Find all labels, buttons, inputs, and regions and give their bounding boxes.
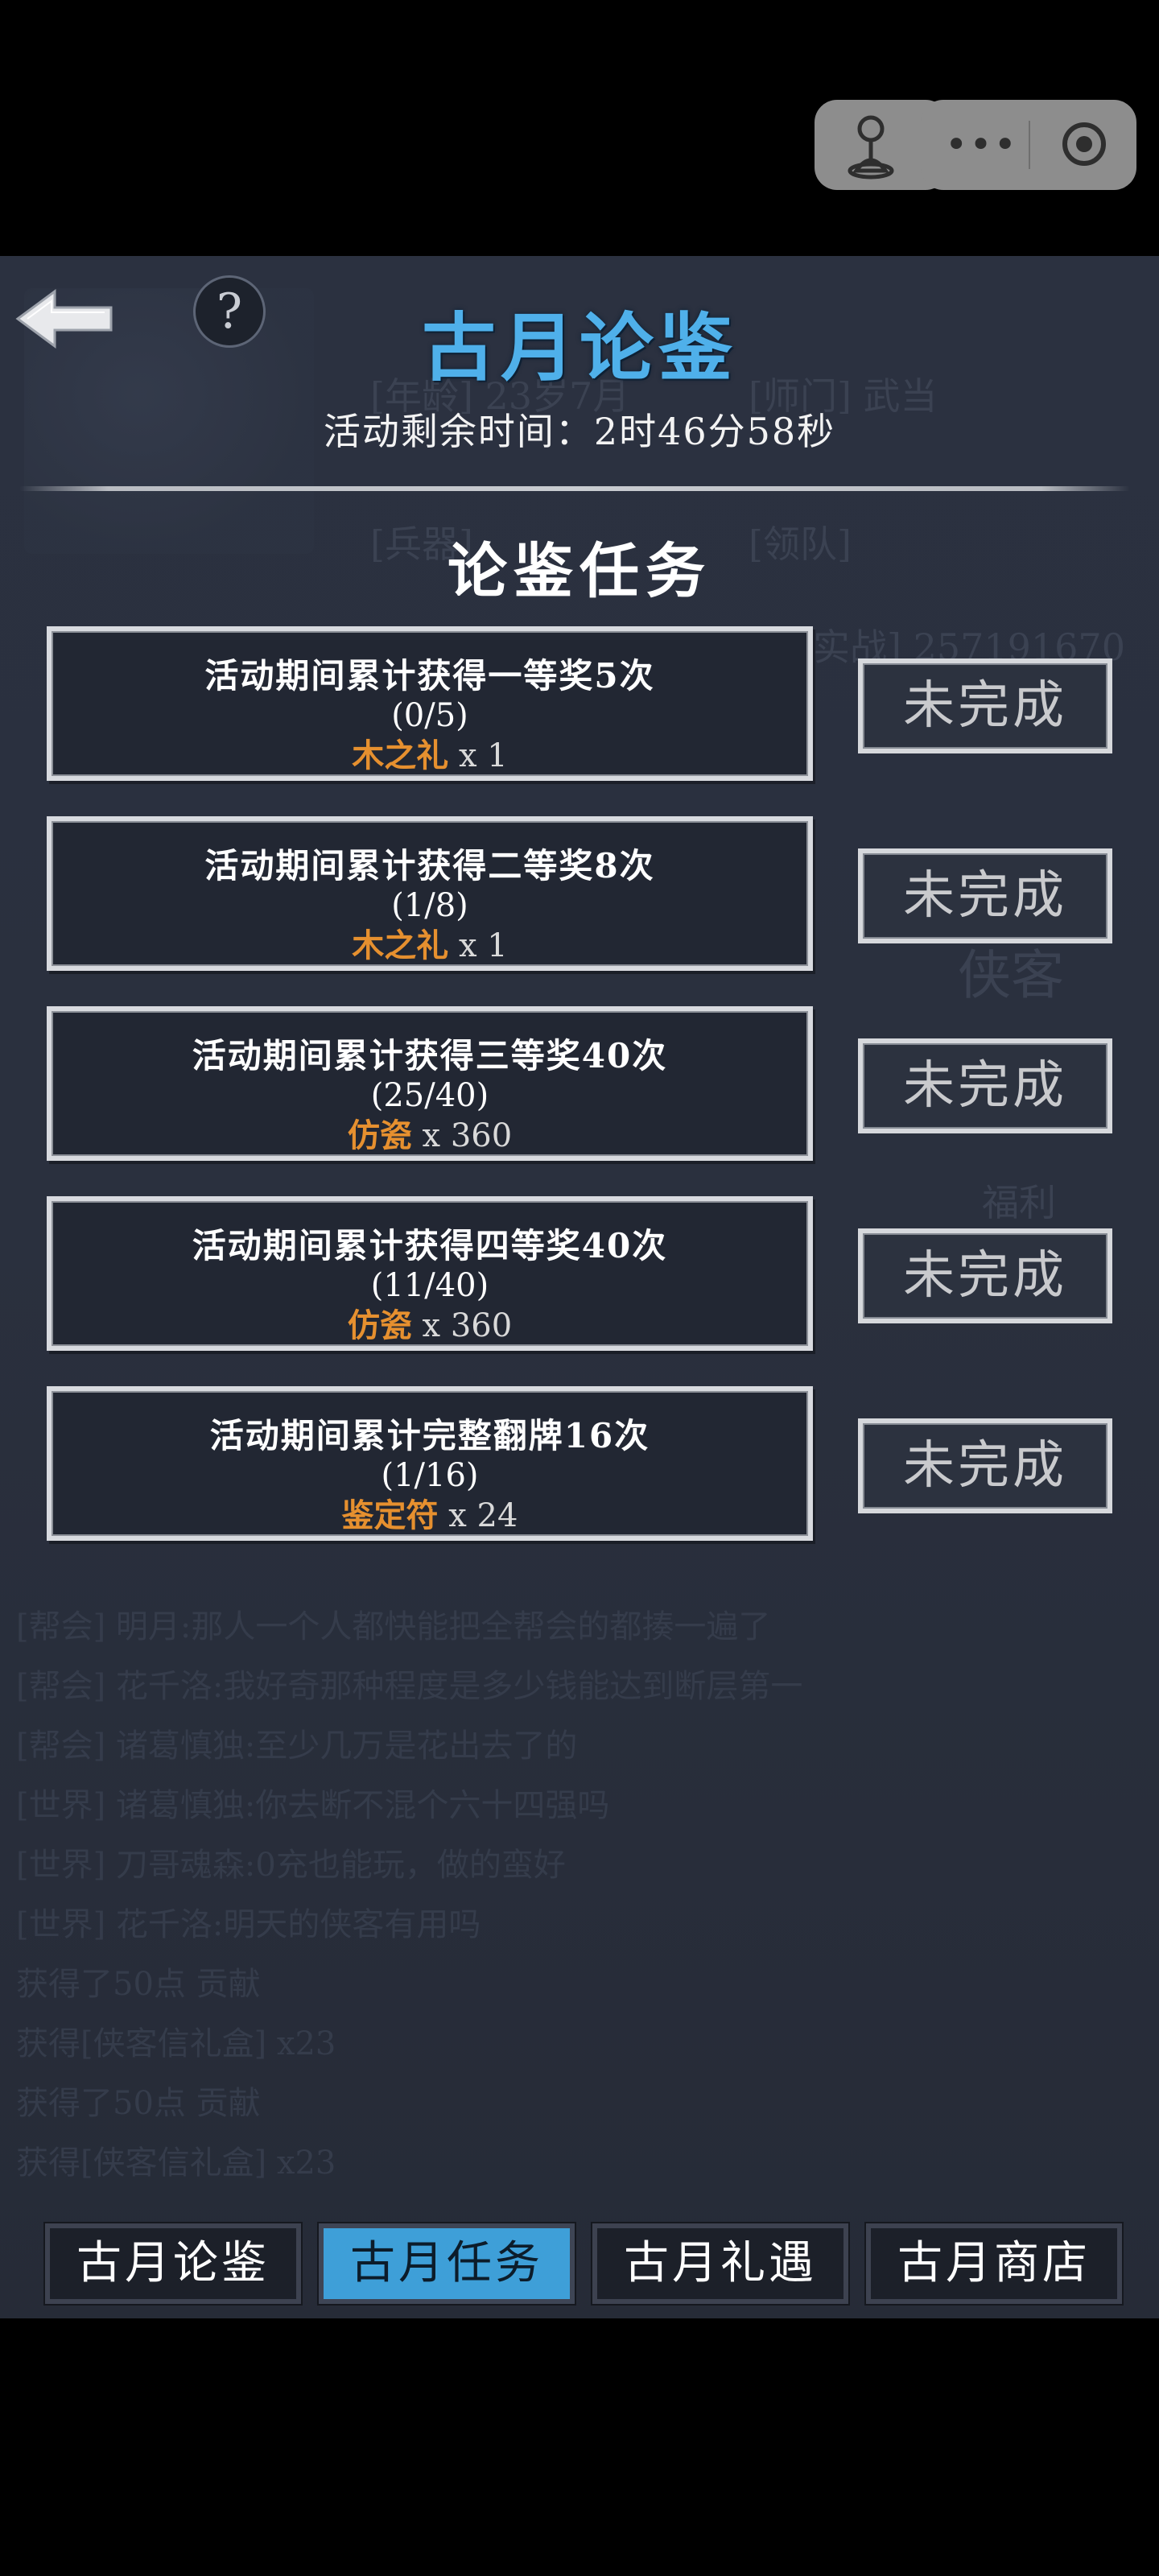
task-description: 活动期间累计获得三等奖40次 — [192, 1036, 668, 1075]
chat-line: 获得了50点 贡献 — [16, 2085, 261, 2122]
countdown-timer: 活动剩余时间：2时46分58秒 — [323, 410, 836, 453]
reward-item: 仿瓷 — [347, 1307, 412, 1344]
capsule-divider — [1029, 121, 1030, 169]
task-reward: 木之礼 x 1 — [52, 919, 808, 966]
task-description: 活动期间累计完整翻牌16次 — [209, 1416, 650, 1455]
task-reward: 仿瓷 x 360 — [52, 1109, 808, 1156]
page-title: 古月论鉴 — [421, 304, 737, 391]
chat-line: 获得了50点 贡献 — [16, 1966, 261, 2003]
tab-gu-yue-lun-jian[interactable]: 古月论鉴 — [43, 2222, 303, 2306]
chat-line: [世界] 花千洛:明天的侠客有用吗 — [16, 1906, 481, 1943]
tab-gu-yue-shang-dian[interactable]: 古月商店 — [864, 2222, 1124, 2306]
chat-line: [帮会] 花千洛:我好奇那种程度是多少钱能达到断层第一 — [16, 1668, 803, 1705]
reward-quantity: x 360 — [422, 1307, 513, 1344]
task-reward: 仿瓷 x 360 — [52, 1299, 808, 1346]
task-reward: 鉴定符 x 24 — [52, 1489, 808, 1536]
reward-item: 木之礼 — [352, 737, 449, 774]
chat-line: 获得[侠客信礼盒] x23 — [16, 2025, 336, 2062]
section-title: 论鉴任务 — [448, 537, 711, 606]
bg-text: 福利 — [982, 1181, 1056, 1224]
reward-quantity: x 1 — [458, 737, 508, 774]
task-status-button[interactable]: 未完成 — [858, 848, 1112, 943]
task-status-button[interactable]: 未完成 — [858, 1418, 1112, 1513]
reward-item: 仿瓷 — [347, 1117, 412, 1154]
task-description: 活动期间累计获得二等奖8次 — [204, 846, 655, 886]
chat-line: 获得[侠客信礼盒] x23 — [16, 2145, 336, 2182]
task-description: 活动期间累计获得一等奖5次 — [204, 656, 655, 696]
task-status-button[interactable]: 未完成 — [858, 1228, 1112, 1323]
header-divider — [19, 486, 1130, 491]
task-card: 活动期间累计获得一等奖5次 (0/5) 木之礼 x 1 — [47, 626, 813, 781]
chat-line: [帮会] 明月:那人一个人都快能把全帮会的都揍一遍了 — [16, 1608, 771, 1645]
reward-item: 鉴定符 — [341, 1496, 439, 1534]
reward-item: 木之礼 — [352, 927, 449, 964]
task-card: 活动期间累计获得四等奖40次 (11/40) 仿瓷 x 360 — [47, 1196, 813, 1351]
task-description: 活动期间累计获得四等奖40次 — [192, 1226, 668, 1265]
mini-program-capsule: ••• — [921, 100, 1136, 190]
reward-quantity: x 360 — [422, 1117, 513, 1154]
reward-quantity: x 1 — [458, 927, 508, 964]
more-dots-icon[interactable]: ••• — [945, 113, 1017, 177]
chat-line: [世界] 刀哥魂森:0充也能玩，做的蛮好 — [16, 1847, 566, 1884]
chat-line: [帮会] 诸葛慎独:至少几万是花出去了的 — [16, 1728, 578, 1765]
reward-quantity: x 24 — [448, 1497, 518, 1534]
chat-line: [世界] 诸葛慎独:你去断不混个六十四强吗 — [16, 1787, 610, 1824]
task-card: 活动期间累计获得三等奖40次 (25/40) 仿瓷 x 360 — [47, 1006, 813, 1161]
task-card: 活动期间累计获得二等奖8次 (1/8) 木之礼 x 1 — [47, 816, 813, 971]
game-screen: [年龄] 23岁7月 [师门] 武当 [兵器] [领队] 实战] 2571916… — [0, 256, 1159, 2318]
task-card: 活动期间累计完整翻牌16次 (1/16) 鉴定符 x 24 — [47, 1386, 813, 1541]
tab-gu-yue-ren-wu[interactable]: 古月任务 — [317, 2222, 576, 2306]
task-status-button[interactable]: 未完成 — [858, 1038, 1112, 1133]
system-bottom-bar — [0, 2318, 1159, 2576]
tab-gu-yue-li-yu[interactable]: 古月礼遇 — [591, 2222, 850, 2306]
bg-text: 侠客 — [958, 944, 1064, 1006]
task-reward: 木之礼 x 1 — [52, 729, 808, 776]
task-status-button[interactable]: 未完成 — [858, 658, 1112, 753]
target-close-icon[interactable] — [1062, 122, 1106, 166]
system-top-bar: ••• — [0, 0, 1159, 256]
